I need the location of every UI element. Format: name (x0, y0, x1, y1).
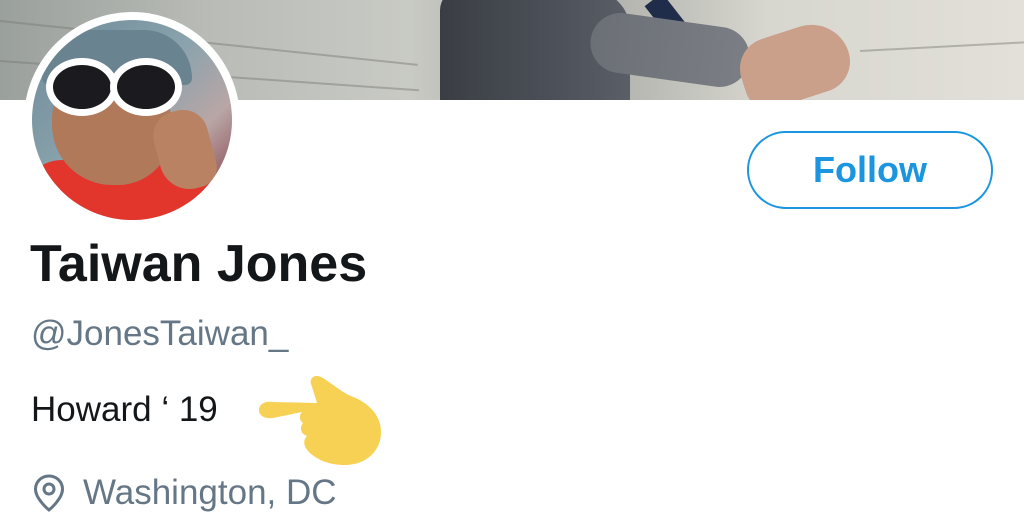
avatar-glasses-right (110, 58, 182, 116)
location-pin-icon (33, 474, 65, 512)
profile-location: Washington, DC (33, 468, 337, 518)
banner-hand (731, 14, 859, 100)
avatar-glasses-left (46, 58, 118, 116)
banner-wall-line (859, 41, 1024, 52)
profile-display-name: Taiwan Jones (30, 235, 368, 293)
pointing-hand-icon (259, 375, 381, 465)
profile-handle: @JonesTaiwan_ (31, 314, 289, 353)
avatar-photo (32, 20, 232, 220)
location-text: Washington, DC (83, 473, 337, 512)
follow-button[interactable]: Follow (747, 131, 993, 209)
avatar[interactable] (24, 12, 240, 228)
profile-bio: Howard ‘ 19 (31, 390, 218, 429)
